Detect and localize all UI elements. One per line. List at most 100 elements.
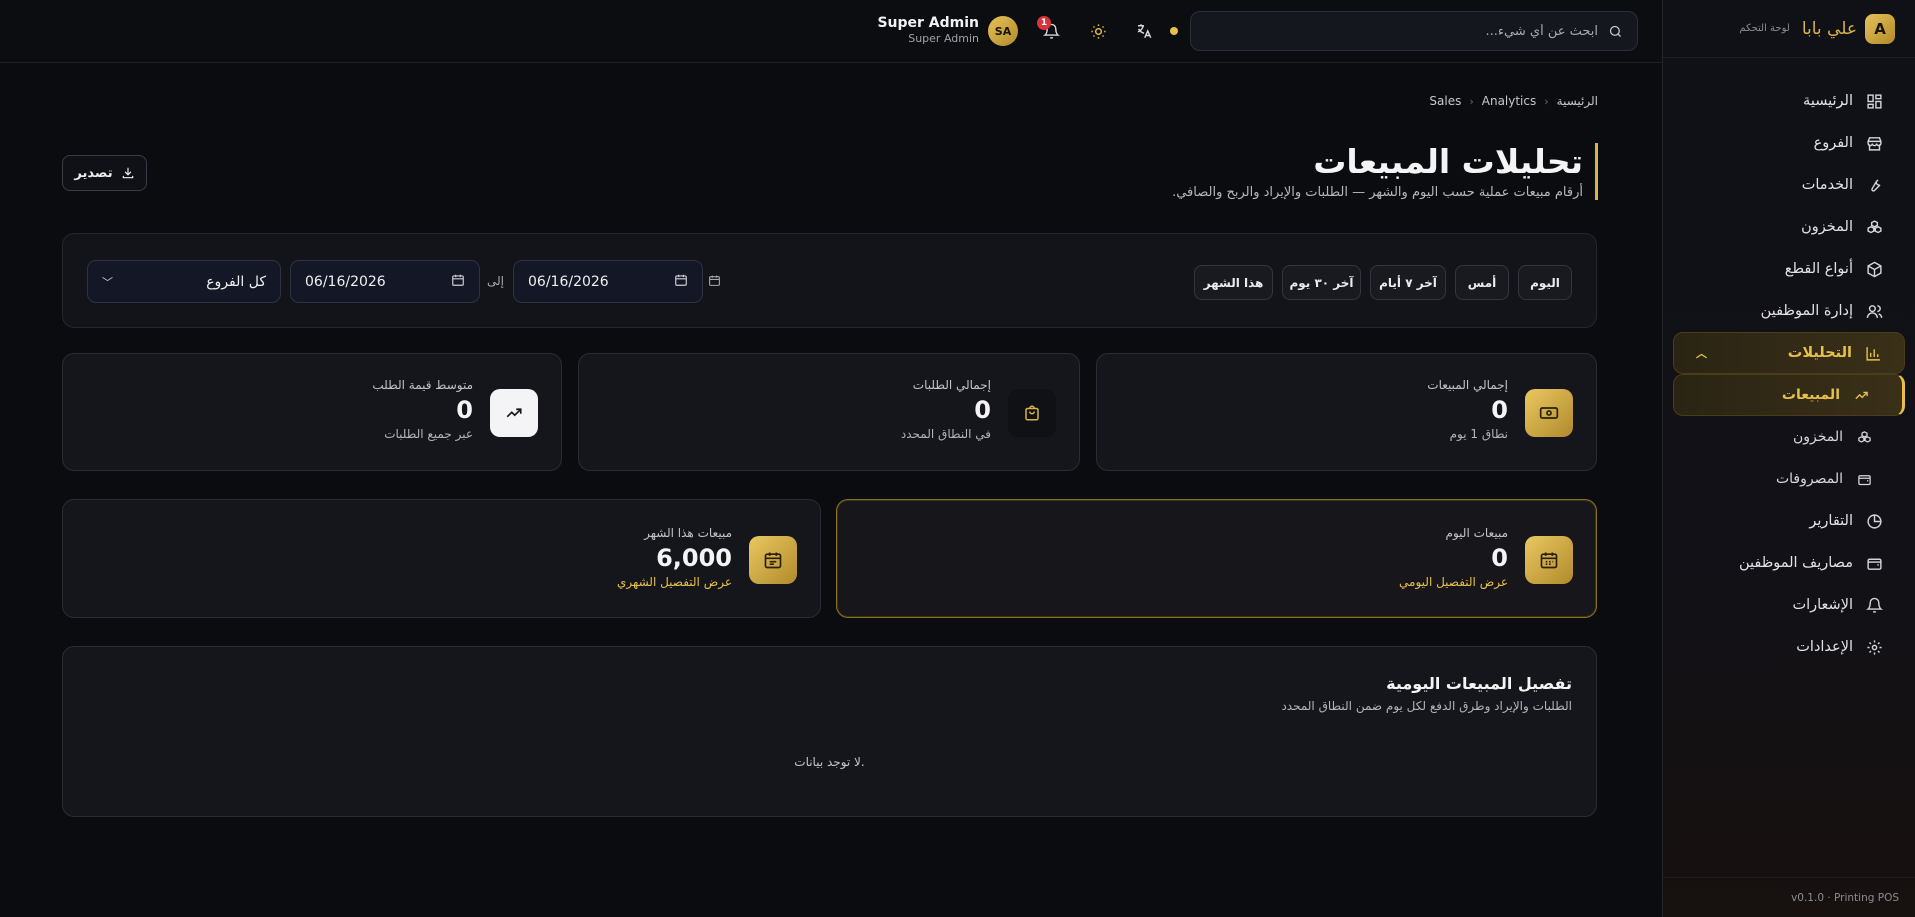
user-info[interactable]: Super Admin Super Admin	[877, 15, 979, 45]
stat-card-month-sales[interactable]: مبيعات هذا الشهر 6,000 عرض التفصيل الشهر…	[62, 499, 821, 618]
users-icon	[1865, 302, 1883, 320]
sidebar-nav: الرئيسية الفروع الخدمات المخزون أنواع ال…	[1663, 58, 1915, 668]
dashboard-icon	[1865, 92, 1883, 110]
export-button[interactable]: تصدير	[62, 155, 147, 191]
trend-up-icon	[490, 389, 538, 437]
gear-icon	[1865, 638, 1883, 656]
sidebar-item-label: مصاريف الموظفين	[1738, 555, 1853, 571]
sidebar-item-services[interactable]: الخدمات	[1673, 164, 1905, 206]
stat-label: مبيعات اليوم	[1445, 526, 1508, 540]
sidebar-item-employee-expenses[interactable]: مصاريف الموظفين	[1673, 542, 1905, 584]
wrench-icon	[1865, 176, 1883, 194]
sidebar-item-reports[interactable]: التقارير	[1673, 500, 1905, 542]
sidebar-item-home[interactable]: الرئيسية	[1673, 80, 1905, 122]
sidebar-subitem-inventory[interactable]: المخزون	[1673, 416, 1905, 458]
calendar-icon[interactable]	[451, 273, 465, 291]
stat-label: إجمالي المبيعات	[1427, 378, 1508, 392]
download-icon	[121, 166, 135, 180]
stat-card-total-orders: إجمالي الطلبات 0 في النطاق المحدد	[578, 353, 1080, 471]
user-name: Super Admin	[877, 15, 979, 31]
sidebar-item-branches[interactable]: الفروع	[1673, 122, 1905, 164]
translate-icon	[1135, 22, 1153, 40]
breadcrumb-analytics[interactable]: Analytics	[1482, 94, 1537, 108]
sun-icon	[1090, 23, 1107, 40]
sidebar-item-label: الرئيسية	[1803, 93, 1853, 109]
bell-icon	[1865, 596, 1883, 614]
stat-label: مبيعات هذا الشهر	[644, 526, 732, 540]
calendar-icon[interactable]	[674, 273, 688, 291]
date-from-input[interactable]: 06/16/2026	[513, 260, 703, 303]
sidebar-item-notifications[interactable]: الإشعارات	[1673, 584, 1905, 626]
branch-select[interactable]: كل الفروع ﹀	[87, 260, 281, 303]
view-monthly-breakdown-link[interactable]: عرض التفصيل الشهري	[617, 575, 732, 589]
sidebar-item-label: التحليلات	[1787, 345, 1852, 361]
calendar-month-icon	[749, 536, 797, 584]
chevron-left-icon: ‹	[1469, 94, 1474, 108]
to-label: إلى	[487, 274, 504, 288]
sidebar-item-label: أنواع القطع	[1784, 261, 1853, 277]
stat-card-total-sales: إجمالي المبيعات 0 نطاق 1 يوم	[1096, 353, 1597, 471]
package-icon	[1865, 260, 1883, 278]
breadcrumb-home[interactable]: الرئيسية	[1557, 94, 1598, 108]
theme-toggle-button[interactable]	[1086, 19, 1110, 43]
stat-avg-order: متوسط قيمة الطلب 0 عبر جميع الطلبات	[372, 378, 473, 441]
store-icon	[1865, 134, 1883, 152]
stat-total-sales: إجمالي المبيعات 0 نطاق 1 يوم	[1427, 378, 1508, 441]
export-label: تصدير	[74, 165, 113, 181]
stat-card-avg-order: متوسط قيمة الطلب 0 عبر جميع الطلبات	[62, 353, 562, 471]
sidebar-item-employees[interactable]: إدارة الموظفين	[1673, 290, 1905, 332]
stat-value: 0	[974, 396, 991, 424]
search-box[interactable]	[1190, 11, 1638, 51]
brand-logo: A	[1865, 13, 1895, 44]
version-footer: v0.1.0 · Printing POS	[1663, 877, 1915, 917]
stat-subtext: في النطاق المحدد	[900, 427, 991, 441]
sidebar-item-label: الإعدادات	[1796, 639, 1853, 655]
search-input[interactable]	[1218, 23, 1598, 39]
filter-chip-last-7-days[interactable]: آخر ٧ أيام	[1370, 265, 1446, 300]
filter-chip-this-month[interactable]: هذا الشهر	[1194, 265, 1273, 300]
stat-label: إجمالي الطلبات	[912, 378, 991, 392]
stat-card-today-sales[interactable]: مبيعات اليوم 0 عرض التفصيل اليومي	[836, 499, 1597, 618]
filter-chip-last-30-days[interactable]: آخر ٣٠ يوم	[1282, 265, 1361, 300]
stat-total-orders: إجمالي الطلبات 0 في النطاق المحدد	[901, 378, 991, 441]
boxes-icon	[1865, 218, 1883, 236]
sidebar-subitem-label: المخزون	[1792, 429, 1843, 445]
avatar[interactable]: SA	[988, 16, 1018, 46]
chevron-left-icon: ‹	[1544, 94, 1549, 108]
notification-count-badge: 1	[1037, 16, 1051, 30]
wallet-icon	[1865, 554, 1883, 572]
sidebar-item-inventory[interactable]: المخزون	[1673, 206, 1905, 248]
sidebar-subitem-label: المصروفات	[1775, 471, 1843, 487]
sidebar-item-label: التقارير	[1809, 513, 1853, 529]
sidebar-item-label: إدارة الموظفين	[1760, 303, 1853, 319]
daily-breakdown-title: تفصيل المبيعات اليومية	[1386, 674, 1572, 693]
calendar-icon	[1525, 536, 1573, 584]
user-role: Super Admin	[908, 32, 979, 45]
filter-chip-today[interactable]: اليوم	[1518, 265, 1572, 300]
page-subtitle: أرقام مبيعات عملية حسب اليوم والشهر — ال…	[1172, 185, 1583, 200]
filter-panel: اليوم أمس آخر ٧ أيام آخر ٣٠ يوم هذا الشه…	[62, 233, 1597, 328]
notifications-button[interactable]: 1	[1037, 16, 1063, 43]
sidebar-item-settings[interactable]: الإعدادات	[1673, 626, 1905, 668]
stat-today-sales: مبيعات اليوم 0 عرض التفصيل اليومي	[1399, 526, 1508, 589]
calendar-icon	[708, 274, 721, 291]
brand[interactable]: A علي بابا لوحة التحكم	[1663, 0, 1915, 58]
filter-chip-yesterday[interactable]: أمس	[1455, 265, 1509, 300]
date-to-input[interactable]: 06/16/2026	[290, 260, 480, 303]
trend-icon	[1852, 388, 1870, 403]
sidebar-item-analytics[interactable]: التحليلات ︿	[1673, 332, 1905, 374]
sidebar-item-label: الفروع	[1813, 135, 1853, 151]
view-daily-breakdown-link[interactable]: عرض التفصيل اليومي	[1399, 575, 1508, 589]
language-toggle-button[interactable]	[1132, 19, 1156, 43]
stat-value: 0	[456, 396, 473, 424]
shopping-bag-icon	[1008, 389, 1056, 437]
brand-subtitle: لوحة التحكم	[1739, 23, 1790, 34]
sidebar-subitem-label: المبيعات	[1781, 387, 1840, 403]
sidebar-item-label: المخزون	[1801, 219, 1853, 235]
sidebar-subitem-sales[interactable]: المبيعات	[1673, 374, 1905, 416]
sidebar-item-part-types[interactable]: أنواع القطع	[1673, 248, 1905, 290]
sidebar-subitem-expenses[interactable]: المصروفات	[1673, 458, 1905, 500]
date-from-value: 06/16/2026	[528, 273, 609, 290]
empty-state: لا توجد بيانات.	[794, 755, 865, 769]
stat-value: 0	[1491, 396, 1508, 424]
